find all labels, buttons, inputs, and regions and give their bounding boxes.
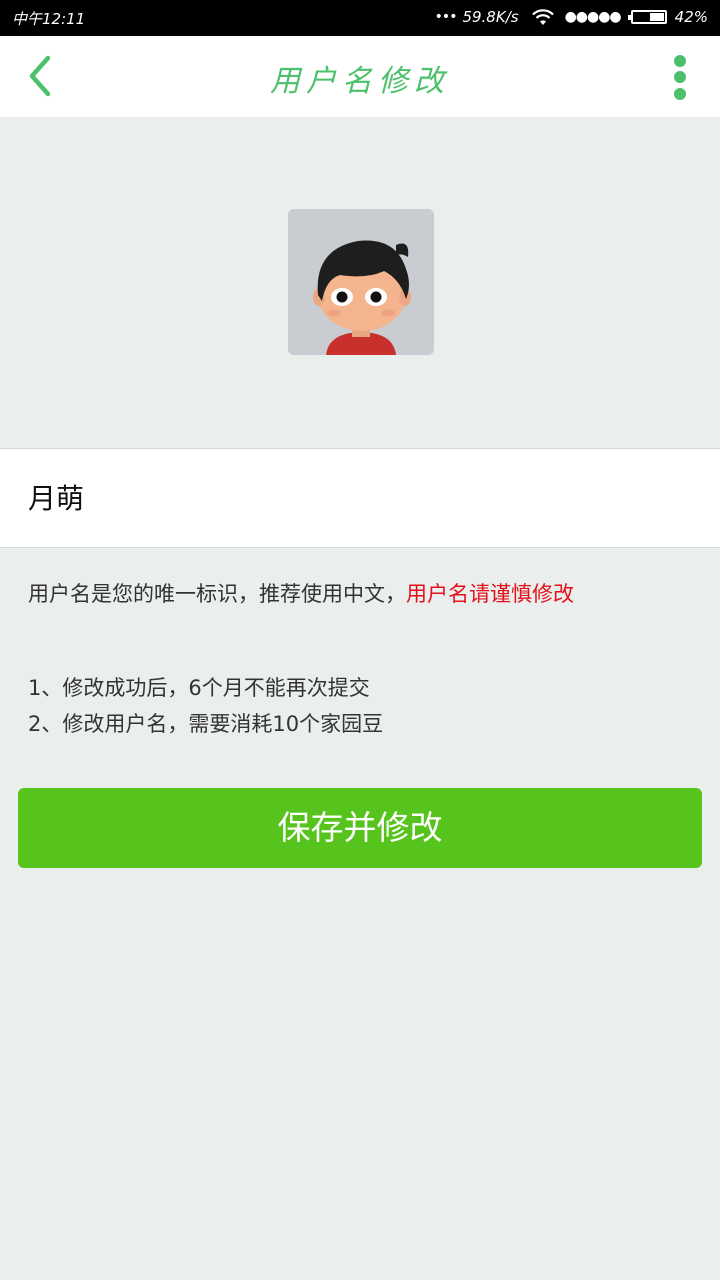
more-vert-icon (674, 71, 686, 83)
rule-item: 1、修改成功后，6个月不能再次提交 (28, 676, 370, 700)
page-title: 用户名修改 (270, 64, 450, 99)
network-speed: 59.8K/s (462, 8, 519, 26)
hint-text: 用户名是您的唯一标识，推荐使用中文，用户名请谨慎修改 (28, 578, 574, 608)
wifi-icon (531, 9, 554, 25)
battery-percent: 42% (674, 8, 708, 26)
hint-warning: 用户名请谨慎修改 (406, 582, 574, 606)
status-time: 中午12:11 (12, 10, 86, 28)
more-vert-icon (674, 88, 686, 100)
avatar[interactable] (288, 209, 434, 355)
more-menu-button[interactable] (662, 52, 698, 102)
more-vert-icon (674, 55, 686, 67)
rule-item: 2、修改用户名，需要消耗10个家园豆 (28, 712, 384, 736)
battery-icon (627, 10, 667, 24)
status-bar: 中午12:11 ••• 59.8K/s ●●●●● 42% (0, 0, 720, 36)
username-row (0, 448, 720, 548)
username-input[interactable] (28, 477, 688, 517)
signal-icon: ●●●●● (564, 9, 622, 25)
status-right: ••• 59.8K/s ●●●●● 42% (435, 7, 708, 27)
battery-fill (650, 13, 664, 21)
hint-main: 用户名是您的唯一标识，推荐使用中文， (28, 582, 406, 606)
avatar-image (288, 209, 434, 355)
save-button[interactable]: 保存并修改 (18, 788, 702, 868)
more-dots-icon: ••• (434, 9, 458, 25)
app-bar: 用户名修改 (0, 36, 720, 117)
